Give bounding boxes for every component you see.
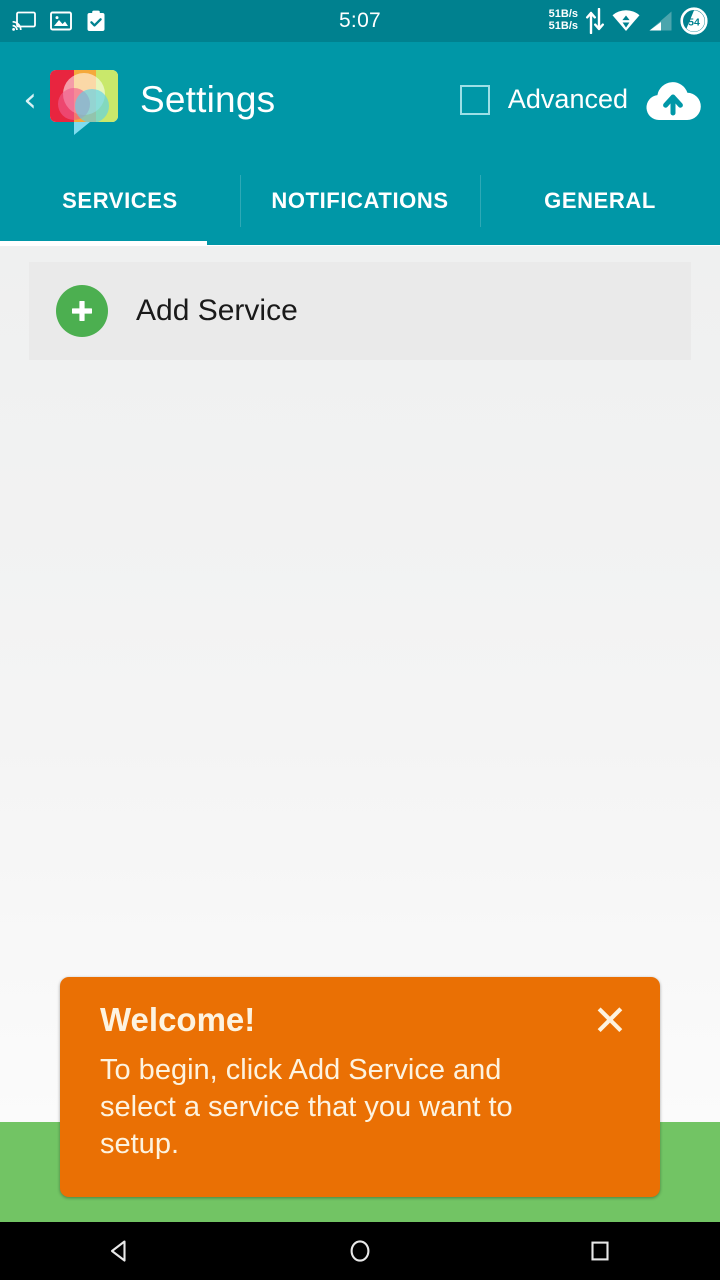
status-bar-right-icons: 51B/s 51B/s 54	[549, 7, 708, 35]
recents-icon[interactable]	[540, 1238, 660, 1264]
welcome-toast: Welcome! To begin, click Add Service and…	[60, 977, 660, 1197]
back-icon[interactable]	[60, 1238, 180, 1264]
advanced-checkbox[interactable]	[459, 84, 490, 115]
android-navigation-bar	[0, 1222, 720, 1280]
svg-text:54: 54	[688, 16, 700, 28]
toast-title: Welcome!	[100, 1001, 256, 1038]
clipboard-check-icon	[86, 10, 106, 32]
phone-screen: 5:07 51B/s 51B/s 54 ‹ Settings Advanced …	[0, 0, 720, 1280]
plus-icon	[56, 285, 108, 337]
advanced-toggle[interactable]: Advanced	[459, 84, 628, 115]
close-icon[interactable]: ✕	[586, 997, 634, 1045]
add-service-label: Add Service	[136, 294, 298, 327]
network-speed-down: 51B/s	[548, 20, 578, 32]
battery-icon: 54	[680, 7, 708, 35]
advanced-label: Advanced	[507, 84, 628, 114]
data-transfer-icon	[585, 8, 605, 34]
add-service-button[interactable]: Add Service	[29, 262, 691, 360]
network-speed: 51B/s 51B/s	[549, 9, 578, 32]
tab-notifications[interactable]: NOTIFICATIONS	[240, 157, 480, 245]
back-button[interactable]: ‹	[16, 83, 44, 117]
status-bar: 5:07 51B/s 51B/s 54	[0, 0, 720, 42]
home-icon[interactable]	[300, 1238, 420, 1264]
page-title: Settings	[140, 78, 276, 120]
image-icon	[50, 11, 72, 31]
cast-icon	[12, 11, 36, 31]
app-bar: ‹ Settings Advanced	[0, 42, 720, 157]
tab-bar: SERVICES NOTIFICATIONS GENERAL	[0, 157, 720, 245]
cellular-signal-icon	[647, 10, 673, 32]
cloud-upload-icon[interactable]	[642, 74, 704, 126]
wifi-icon	[612, 10, 640, 32]
tab-services[interactable]: SERVICES	[0, 157, 240, 245]
status-bar-left-icons	[12, 10, 106, 32]
tab-general[interactable]: GENERAL	[480, 157, 720, 245]
toast-body: To begin, click Add Service and select a…	[100, 1054, 513, 1160]
app-logo-icon	[48, 64, 120, 136]
